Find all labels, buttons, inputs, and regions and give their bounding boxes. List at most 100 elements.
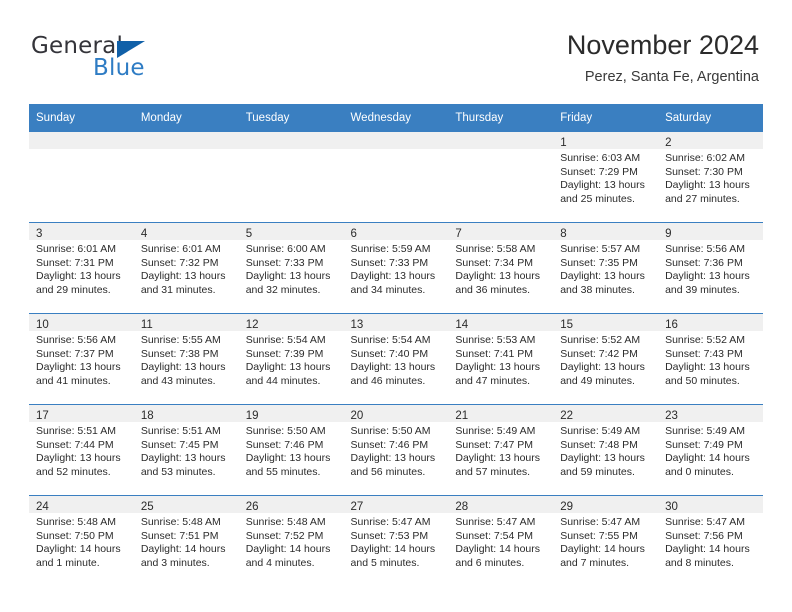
sunrise-text: Sunrise: 5:53 AM bbox=[455, 334, 536, 346]
day-number: 6 bbox=[350, 228, 357, 240]
calendar-page: General Blue November 2024 Perez, Santa … bbox=[0, 0, 792, 612]
calendar-day-cell-9[interactable]: 9 Sunrise: 5:56 AM Sunset: 7:36 PM Dayli… bbox=[658, 222, 763, 314]
calendar-day-cell-6[interactable]: 6 Sunrise: 5:59 AM Sunset: 7:33 PM Dayli… bbox=[343, 222, 449, 314]
calendar-day-cell-4[interactable]: 4 Sunrise: 6:01 AM Sunset: 7:32 PM Dayli… bbox=[133, 222, 239, 314]
calendar-day-cell-30[interactable]: 30 Sunrise: 5:47 AM Sunset: 7:56 PM Dayl… bbox=[658, 495, 763, 586]
daylight-text-line1: Daylight: 14 hours bbox=[665, 452, 750, 465]
day-details: Sunrise: 5:48 AM Sunset: 7:50 PM Dayligh… bbox=[29, 513, 134, 570]
day-number-band: 22 bbox=[553, 405, 659, 422]
day-number-band: 16 bbox=[658, 314, 763, 331]
day-number: 13 bbox=[350, 319, 364, 331]
daylight-text-line1: Daylight: 13 hours bbox=[560, 179, 645, 192]
calendar-day-cell-10[interactable]: 10 Sunrise: 5:56 AM Sunset: 7:37 PM Dayl… bbox=[29, 313, 134, 405]
daylight-text-line2: and 41 minutes. bbox=[36, 374, 111, 387]
sunset-text: Sunset: 7:33 PM bbox=[245, 256, 324, 269]
calendar-day-cell-5[interactable]: 5 Sunrise: 6:00 AM Sunset: 7:33 PM Dayli… bbox=[238, 222, 344, 314]
day-number: 17 bbox=[36, 410, 49, 422]
calendar-day-cell-20[interactable]: 20 Sunrise: 5:50 AM Sunset: 7:46 PM Dayl… bbox=[343, 404, 449, 496]
day-details: Sunrise: 5:56 AM Sunset: 7:37 PM Dayligh… bbox=[29, 331, 134, 388]
day-number: 30 bbox=[665, 501, 678, 513]
day-number-band: 3 bbox=[29, 223, 134, 240]
day-details: Sunrise: 5:52 AM Sunset: 7:42 PM Dayligh… bbox=[553, 331, 658, 388]
daylight-text-line1: Daylight: 13 hours bbox=[140, 361, 226, 374]
day-details: Sunrise: 6:03 AM Sunset: 7:29 PM Dayligh… bbox=[553, 149, 658, 206]
sunrise-text: Sunrise: 5:49 AM bbox=[665, 425, 746, 437]
calendar-day-cell-14[interactable]: 14 Sunrise: 5:53 AM Sunset: 7:41 PM Dayl… bbox=[448, 313, 554, 405]
calendar-week-row: 3 Sunrise: 6:01 AM Sunset: 7:31 PM Dayli… bbox=[29, 222, 763, 314]
daylight-text-line2: and 34 minutes. bbox=[350, 283, 426, 296]
day-number: 7 bbox=[455, 228, 462, 240]
daylight-text-line2: and 46 minutes. bbox=[350, 374, 426, 387]
sunrise-text: Sunrise: 5:56 AM bbox=[36, 334, 116, 346]
day-details: Sunrise: 6:01 AM Sunset: 7:31 PM Dayligh… bbox=[29, 240, 134, 297]
day-details: Sunrise: 5:55 AM Sunset: 7:38 PM Dayligh… bbox=[134, 331, 239, 388]
sunrise-text: Sunrise: 6:02 AM bbox=[665, 152, 746, 164]
calendar-day-cell-19[interactable]: 19 Sunrise: 5:50 AM Sunset: 7:46 PM Dayl… bbox=[238, 404, 344, 496]
calendar-day-cell-26[interactable]: 26 Sunrise: 5:48 AM Sunset: 7:52 PM Dayl… bbox=[238, 495, 344, 586]
day-number-band: 24 bbox=[29, 496, 134, 513]
calendar-day-cell-12[interactable]: 12 Sunrise: 5:54 AM Sunset: 7:39 PM Dayl… bbox=[238, 313, 344, 405]
calendar-day-cell-2[interactable]: 2 Sunrise: 6:02 AM Sunset: 7:30 PM Dayli… bbox=[658, 132, 763, 223]
day-details: Sunrise: 5:56 AM Sunset: 7:36 PM Dayligh… bbox=[658, 240, 763, 297]
day-number-band: 18 bbox=[133, 405, 239, 422]
day-details: Sunrise: 5:57 AM Sunset: 7:35 PM Dayligh… bbox=[553, 240, 658, 297]
calendar-day-cell-13[interactable]: 13 Sunrise: 5:54 AM Sunset: 7:40 PM Dayl… bbox=[343, 313, 449, 405]
sunset-text: Sunset: 7:42 PM bbox=[560, 347, 638, 360]
calendar-day-cell-18[interactable]: 18 Sunrise: 5:51 AM Sunset: 7:45 PM Dayl… bbox=[133, 404, 239, 496]
day-number-band: 21 bbox=[448, 405, 554, 422]
calendar-day-cell-17[interactable]: 17 Sunrise: 5:51 AM Sunset: 7:44 PM Dayl… bbox=[29, 404, 134, 496]
calendar-day-cell-21[interactable]: 21 Sunrise: 5:49 AM Sunset: 7:47 PM Dayl… bbox=[448, 404, 554, 496]
daylight-text-line1: Daylight: 13 hours bbox=[455, 270, 541, 283]
calendar-day-cell-29[interactable]: 29 Sunrise: 5:47 AM Sunset: 7:55 PM Dayl… bbox=[553, 495, 659, 586]
day-number-band: 6 bbox=[343, 223, 449, 240]
sunset-text: Sunset: 7:34 PM bbox=[455, 256, 534, 269]
day-number-band: 2 bbox=[658, 132, 763, 149]
sunrise-text: Sunrise: 5:47 AM bbox=[455, 516, 536, 528]
sunset-text: Sunset: 7:39 PM bbox=[245, 347, 324, 360]
daylight-text-line2: and 47 minutes. bbox=[455, 374, 531, 387]
daylight-text-line2: and 38 minutes. bbox=[560, 283, 635, 296]
calendar-day-cell-27[interactable]: 27 Sunrise: 5:47 AM Sunset: 7:53 PM Dayl… bbox=[343, 495, 449, 586]
sunrise-text: Sunrise: 5:56 AM bbox=[665, 243, 746, 255]
calendar-day-cell-8[interactable]: 8 Sunrise: 5:57 AM Sunset: 7:35 PM Dayli… bbox=[553, 222, 659, 314]
day-number-band: 15 bbox=[553, 314, 659, 331]
day-details: Sunrise: 5:51 AM Sunset: 7:44 PM Dayligh… bbox=[29, 422, 134, 479]
day-details: Sunrise: 5:51 AM Sunset: 7:45 PM Dayligh… bbox=[134, 422, 239, 479]
calendar-day-cell-24[interactable]: 24 Sunrise: 5:48 AM Sunset: 7:50 PM Dayl… bbox=[29, 495, 134, 586]
day-details: Sunrise: 5:53 AM Sunset: 7:41 PM Dayligh… bbox=[448, 331, 553, 388]
day-number-band: 12 bbox=[238, 314, 344, 331]
day-number-band: 17 bbox=[29, 405, 134, 422]
daylight-text-line2: and 31 minutes. bbox=[140, 283, 216, 296]
sunrise-text: Sunrise: 5:58 AM bbox=[455, 243, 536, 255]
weekday-header-sunday: Sunday bbox=[29, 104, 134, 132]
sunrise-text: Sunrise: 5:55 AM bbox=[140, 334, 221, 346]
daylight-text-line1: Daylight: 13 hours bbox=[665, 179, 750, 192]
daylight-text-line1: Daylight: 14 hours bbox=[140, 543, 226, 556]
daylight-text-line2: and 7 minutes. bbox=[560, 556, 630, 569]
general-blue-logo[interactable]: General Blue bbox=[31, 33, 231, 85]
calendar-day-cell-28[interactable]: 28 Sunrise: 5:47 AM Sunset: 7:54 PM Dayl… bbox=[448, 495, 554, 586]
day-number: 24 bbox=[36, 501, 49, 513]
calendar-day-cell-25[interactable]: 25 Sunrise: 5:48 AM Sunset: 7:51 PM Dayl… bbox=[133, 495, 239, 586]
calendar-day-cell-23[interactable]: 23 Sunrise: 5:49 AM Sunset: 7:49 PM Dayl… bbox=[658, 404, 763, 496]
calendar-day-cell-16[interactable]: 16 Sunrise: 5:52 AM Sunset: 7:43 PM Dayl… bbox=[658, 313, 763, 405]
sunrise-text: Sunrise: 5:57 AM bbox=[560, 243, 641, 255]
day-details: Sunrise: 5:48 AM Sunset: 7:52 PM Dayligh… bbox=[239, 513, 344, 570]
calendar-day-cell-1[interactable]: 1 Sunrise: 6:03 AM Sunset: 7:29 PM Dayli… bbox=[553, 132, 659, 223]
sunset-text: Sunset: 7:29 PM bbox=[560, 165, 638, 178]
calendar-day-cell-22[interactable]: 22 Sunrise: 5:49 AM Sunset: 7:48 PM Dayl… bbox=[553, 404, 659, 496]
calendar-day-cell-11[interactable]: 11 Sunrise: 5:55 AM Sunset: 7:38 PM Dayl… bbox=[133, 313, 239, 405]
calendar-day-cell-3[interactable]: 3 Sunrise: 6:01 AM Sunset: 7:31 PM Dayli… bbox=[29, 222, 134, 314]
daylight-text-line1: Daylight: 13 hours bbox=[560, 452, 645, 465]
calendar-week-row: 10 Sunrise: 5:56 AM Sunset: 7:37 PM Dayl… bbox=[29, 313, 763, 405]
daylight-text-line1: Daylight: 13 hours bbox=[36, 270, 121, 283]
calendar-day-cell-7[interactable]: 7 Sunrise: 5:58 AM Sunset: 7:34 PM Dayli… bbox=[448, 222, 554, 314]
day-details: Sunrise: 5:50 AM Sunset: 7:46 PM Dayligh… bbox=[344, 422, 449, 479]
daylight-text-line2: and 29 minutes. bbox=[36, 283, 111, 296]
calendar-day-cell-15[interactable]: 15 Sunrise: 5:52 AM Sunset: 7:42 PM Dayl… bbox=[553, 313, 659, 405]
day-details: Sunrise: 5:47 AM Sunset: 7:53 PM Dayligh… bbox=[344, 513, 449, 570]
day-details: Sunrise: 5:47 AM Sunset: 7:54 PM Dayligh… bbox=[448, 513, 553, 570]
day-number: 3 bbox=[36, 228, 43, 240]
sunrise-text: Sunrise: 5:52 AM bbox=[665, 334, 746, 346]
day-number-band: 14 bbox=[448, 314, 554, 331]
